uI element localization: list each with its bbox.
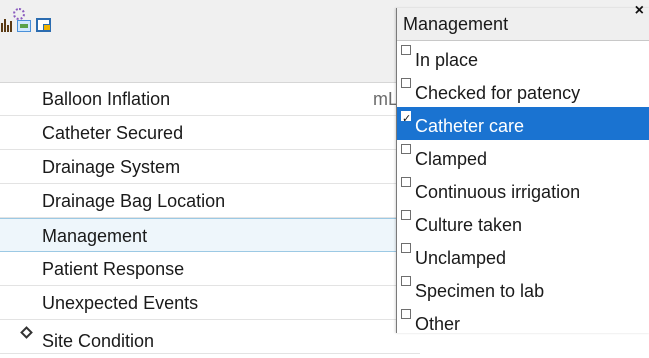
row-drainage-system[interactable]: Drainage System: [0, 150, 420, 184]
close-icon[interactable]: ×: [635, 1, 644, 21]
row-label: Drainage Bag Location: [42, 191, 226, 211]
option-label: In place: [415, 50, 479, 70]
row-site-condition[interactable]: Site Condition: [0, 320, 420, 354]
option-label: Catheter care: [415, 116, 525, 136]
checkbox[interactable]: [401, 103, 411, 136]
dropdown-title: Management: [397, 8, 649, 41]
option-clamped[interactable]: Clamped: [397, 140, 649, 173]
toolbar-icons: [0, 8, 70, 32]
option-label: Checked for patency: [415, 83, 581, 103]
checkbox[interactable]: [401, 276, 411, 286]
row-management[interactable]: Management: [0, 218, 420, 252]
option-label: Continuous irrigation: [415, 182, 581, 202]
checkbox[interactable]: [401, 45, 411, 55]
row-patient-response[interactable]: Patient Response: [0, 252, 420, 286]
option-label: Specimen to lab: [415, 281, 545, 301]
option-catheter-care[interactable]: Catheter care: [397, 103, 649, 140]
row-balloon-inflation[interactable]: Balloon Inflation mL: [0, 82, 420, 116]
unit-label: mL: [372, 89, 398, 109]
window-icon[interactable]: [36, 18, 51, 32]
checkbox[interactable]: [401, 243, 411, 253]
checkbox[interactable]: [401, 210, 411, 220]
row-label: Unexpected Events: [42, 293, 199, 313]
checkbox[interactable]: [401, 78, 411, 88]
row-label: Management: [42, 226, 148, 246]
option-continuous-irrigation[interactable]: Continuous irrigation: [397, 173, 649, 206]
row-label: Site Condition: [42, 331, 155, 351]
option-in-place[interactable]: In place: [397, 41, 649, 74]
row-label: Patient Response: [42, 259, 185, 279]
checkbox[interactable]: [401, 177, 411, 187]
gear-icon[interactable]: [13, 8, 25, 20]
row-unexpected-events[interactable]: Unexpected Events: [0, 286, 420, 320]
row-catheter-secured[interactable]: Catheter Secured: [0, 116, 420, 150]
option-unclamped[interactable]: Unclamped: [397, 239, 649, 272]
row-label: Drainage System: [42, 157, 181, 177]
option-label: Unclamped: [415, 248, 507, 268]
option-label: Clamped: [415, 149, 488, 169]
spreadsheet-icon[interactable]: [17, 20, 31, 32]
option-culture-taken[interactable]: Culture taken: [397, 206, 649, 239]
option-checked-for-patency[interactable]: Checked for patency: [397, 74, 649, 107]
option-other[interactable]: Other: [397, 305, 649, 338]
management-dropdown: Management × In place Checked for patenc…: [396, 2, 649, 334]
checkbox[interactable]: [401, 309, 411, 319]
option-specimen-to-lab[interactable]: Specimen to lab: [397, 272, 649, 305]
checkbox[interactable]: [401, 144, 411, 154]
row-label: Catheter Secured: [42, 123, 184, 143]
documentation-rows: Balloon Inflation mL Catheter Secured Dr…: [0, 82, 420, 354]
option-label: Other: [415, 314, 461, 334]
bar-chart-icon[interactable]: [1, 16, 15, 32]
row-drainage-bag-location[interactable]: Drainage Bag Location: [0, 184, 420, 218]
row-label: Balloon Inflation: [42, 89, 171, 109]
option-label: Culture taken: [415, 215, 523, 235]
